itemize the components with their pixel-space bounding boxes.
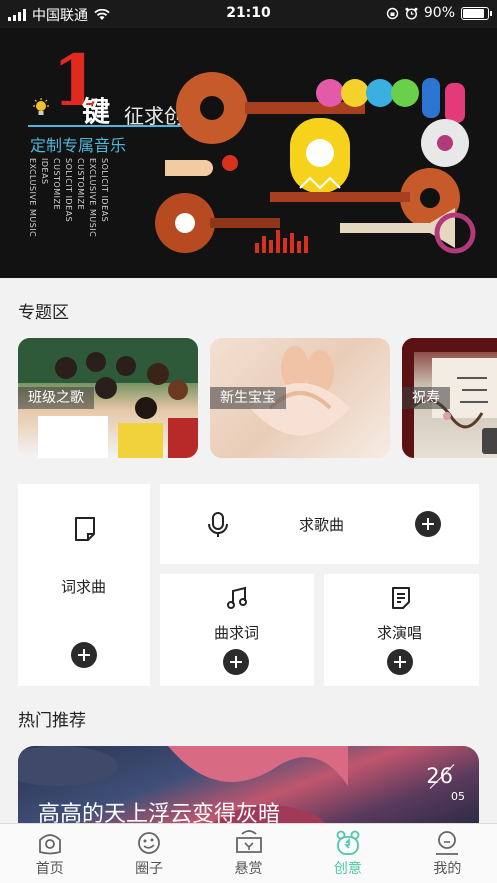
music-request-label: 曲求词 (214, 624, 260, 642)
tab-label: 创意 (333, 861, 362, 877)
lightbulb-icon (33, 98, 49, 115)
music-request-tile[interactable]: 曲求词 (160, 574, 314, 686)
lyrics-request-tile[interactable]: 词求曲 (18, 484, 150, 686)
hot-section-title: 热门推荐 (18, 711, 86, 731)
rotation-lock-icon (386, 7, 399, 19)
tab-circle[interactable]: 圈子 (99, 824, 198, 883)
music-note-icon (227, 586, 247, 609)
status-right: 90% (386, 5, 492, 21)
tab-reward[interactable]: 悬赏 (199, 824, 298, 883)
topic-card-class-song[interactable]: 班级之歌 (18, 338, 198, 458)
lyrics-sheet-icon (392, 587, 410, 609)
status-bar: 中国联通 21:10 90% (0, 0, 497, 28)
song-request-label: 求歌曲 (299, 516, 345, 534)
tab-home[interactable]: 首页 (0, 824, 99, 883)
song-request-add-button[interactable] (415, 511, 441, 537)
tab-profile[interactable]: 我的 (398, 824, 497, 883)
microphone-icon (208, 512, 228, 537)
topic-section-title: 专题区 (18, 303, 69, 323)
tab-idea[interactable]: 创意 (298, 824, 397, 883)
alarm-icon (405, 7, 418, 20)
sing-request-add-button[interactable] (387, 649, 413, 675)
promo-banner[interactable]: 1 键 征求创意 定制专属音乐 EXCLUSIVE MUSIC IDEAS CU… (0, 28, 497, 278)
battery-percent: 90% (423, 5, 455, 21)
sing-request-tile[interactable]: 求演唱 (324, 574, 479, 686)
topic-card-label: 新生宝宝 (210, 387, 286, 409)
tab-label: 圈子 (135, 861, 164, 877)
banner-vertical-texts: EXCLUSIVE MUSIC IDEAS CUSTOMIZE SOLICIT … (28, 158, 109, 237)
tab-label: 我的 (433, 861, 462, 877)
idea-icon (336, 830, 360, 855)
profile-icon (436, 831, 459, 855)
banner-title-key: 键 (82, 95, 111, 128)
sing-request-label: 求演唱 (377, 624, 423, 642)
lyrics-request-add-button[interactable] (71, 642, 97, 668)
banner-vertical-text: EXCLUSIVE MUSIC (88, 158, 97, 238)
tab-label: 悬赏 (234, 861, 263, 877)
banner-vertical-text: SOLICIT IDEAS (100, 158, 109, 223)
topic-card-newborn[interactable]: 新生宝宝 (210, 338, 390, 458)
banner-subtitle: 定制专属音乐 (30, 136, 127, 155)
lyrics-request-label: 词求曲 (61, 578, 107, 596)
topic-card-birthday[interactable]: 祝寿 (402, 338, 497, 458)
topic-carousel[interactable]: 班级之歌 新生宝宝 祝寿 (18, 338, 497, 460)
bottom-tab-bar: 首页 圈子 悬赏 创意 我的 (0, 823, 497, 883)
banner-vertical-text: CUSTOMIZE (76, 158, 85, 210)
tab-label: 首页 (35, 861, 64, 877)
document-icon (75, 517, 95, 541)
circle-icon (138, 832, 161, 854)
banner-vertical-text: EXCLUSIVE MUSIC (28, 158, 37, 238)
banner-vertical-text: CUSTOMIZE (52, 158, 61, 210)
battery-icon (461, 6, 492, 20)
song-request-tile[interactable]: 求歌曲 (160, 484, 479, 564)
topic-card-label: 祝寿 (402, 387, 450, 409)
hot-card-month: 05 (451, 790, 465, 803)
music-request-add-button[interactable] (223, 649, 249, 675)
banner-vertical-text: SOLICIT IDEAS (64, 158, 73, 223)
home-icon (38, 834, 61, 855)
banner-vertical-text: IDEAS (40, 158, 49, 185)
banner-instruments-illustration (155, 72, 476, 254)
reward-icon (235, 830, 262, 853)
topic-card-label: 班级之歌 (18, 387, 94, 409)
